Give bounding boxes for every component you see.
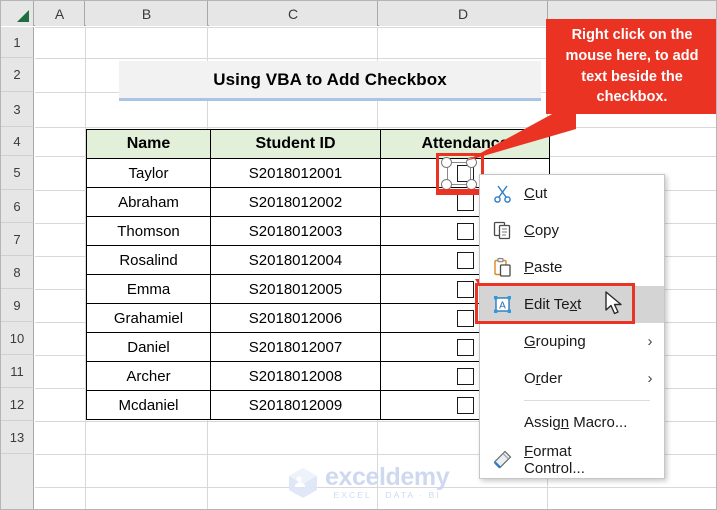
svg-text:A: A: [499, 301, 506, 312]
row-header-3[interactable]: 3: [1, 92, 34, 127]
cell-name: Emma: [86, 274, 211, 304]
row-header-11[interactable]: 11: [1, 355, 34, 388]
column-header-d[interactable]: D: [379, 1, 548, 26]
column-header-b[interactable]: B: [86, 1, 208, 26]
cell-name: Mcdaniel: [86, 390, 211, 420]
menu-item-format-control[interactable]: Format Control...: [480, 441, 664, 478]
cell-name: Rosalind: [86, 245, 211, 275]
attendance-checkbox[interactable]: [456, 338, 474, 356]
menu-item-label: Format Control...: [524, 442, 585, 477]
menu-icon-slot-empty: [480, 360, 524, 397]
attendance-checkbox[interactable]: [456, 222, 474, 240]
menu-item-label: Grouping: [524, 333, 586, 350]
cell-student-id: S2018012005: [210, 274, 381, 304]
column-header-student-id: Student ID: [210, 129, 381, 159]
submenu-chevron-right-icon: ›: [647, 333, 653, 350]
row-header-12[interactable]: 12: [1, 388, 34, 421]
edit-text-icon-slot: A: [480, 286, 524, 323]
menu-item-label: Edit Text: [524, 296, 582, 313]
cell-student-id: S2018012009: [210, 390, 381, 420]
menu-icon-slot-empty: [480, 323, 524, 360]
cell-name: Daniel: [86, 332, 211, 362]
menu-item-assign-macro[interactable]: Assign Macro...: [480, 404, 664, 441]
submenu-chevron-right-icon: ›: [647, 370, 653, 387]
cell-student-id: S2018012003: [210, 216, 381, 246]
row-header-2[interactable]: 2: [1, 58, 34, 92]
callout-text: Right click on the mouse here, to add te…: [565, 27, 699, 106]
column-header-name: Name: [86, 129, 211, 159]
menu-item-grouping[interactable]: Grouping ›: [480, 323, 664, 360]
column-header-a[interactable]: A: [35, 1, 85, 26]
cell-student-id: S2018012008: [210, 361, 381, 391]
cell-student-id: S2018012002: [210, 187, 381, 217]
copy-icon: [493, 221, 510, 240]
menu-item-order[interactable]: Order ›: [480, 360, 664, 397]
attendance-checkbox[interactable]: [456, 193, 474, 211]
scissors-icon-slot: [480, 175, 524, 212]
paste-icon: [493, 257, 511, 277]
banner-title: Using VBA to Add Checkbox: [213, 69, 447, 89]
row-header-6[interactable]: 6: [1, 190, 34, 223]
attendance-checkbox[interactable]: [456, 396, 474, 414]
cell-name: Taylor: [86, 158, 211, 188]
shape-context-menu[interactable]: Cut Copy Paste A Edit Text Grouping › Order › Ass…: [479, 174, 665, 479]
row-header-13[interactable]: 13: [1, 421, 34, 454]
row-header-10[interactable]: 10: [1, 322, 34, 355]
menu-item-label: Assign Macro...: [524, 414, 628, 431]
attendance-checkbox[interactable]: [456, 164, 474, 182]
column-header-c[interactable]: C: [209, 1, 378, 26]
attendance-checkbox[interactable]: [456, 280, 474, 298]
menu-item-label: Copy: [524, 222, 560, 239]
row-header-9[interactable]: 9: [1, 289, 34, 322]
instruction-callout: Right click on the mouse here, to add te…: [546, 19, 716, 114]
select-all-triangle-icon: [17, 10, 29, 22]
cell-name: Archer: [86, 361, 211, 391]
row-header-5[interactable]: 5: [1, 156, 34, 190]
row-header-filler: [1, 454, 34, 509]
attendance-checkbox[interactable]: [456, 309, 474, 327]
menu-item-paste[interactable]: Paste: [480, 249, 664, 286]
grid-row-line: [35, 487, 716, 488]
excel-screenshot: Using VBA to Add Checkbox Name Student I…: [0, 0, 717, 510]
cell-name: Grahamiel: [86, 303, 211, 333]
menu-item-edit-text[interactable]: A Edit Text: [480, 286, 664, 323]
sheet-banner: Using VBA to Add Checkbox: [119, 61, 541, 101]
menu-item-label: Paste: [524, 259, 563, 276]
cell-name: Thomson: [86, 216, 211, 246]
table-header-row: Name Student ID Attendance: [86, 129, 550, 159]
row-header-7[interactable]: 7: [1, 223, 34, 256]
paste-icon-slot: [480, 249, 524, 286]
column-header-attendance: Attendance: [380, 129, 550, 159]
row-header-4[interactable]: 4: [1, 127, 34, 156]
menu-icon-slot-empty: [480, 404, 524, 441]
copy-icon-slot: [480, 212, 524, 249]
grid-row-line: [35, 127, 716, 128]
menu-separator: [524, 400, 650, 401]
menu-item-copy[interactable]: Copy: [480, 212, 664, 249]
scissors-icon: [493, 185, 511, 203]
format-control-icon: [493, 450, 511, 469]
attendance-checkbox[interactable]: [456, 367, 474, 385]
cell-student-id: S2018012007: [210, 332, 381, 362]
edit-text-icon: A: [493, 296, 511, 313]
select-all-button[interactable]: [1, 1, 34, 26]
row-header-8[interactable]: 8: [1, 256, 34, 289]
format-control-icon-slot: [480, 441, 524, 478]
menu-item-cut[interactable]: Cut: [480, 175, 664, 212]
row-header-1[interactable]: 1: [1, 27, 34, 58]
cell-student-id: S2018012001: [210, 158, 381, 188]
cell-student-id: S2018012006: [210, 303, 381, 333]
menu-item-label: Cut: [524, 185, 548, 202]
cell-name: Abraham: [86, 187, 211, 217]
cell-student-id: S2018012004: [210, 245, 381, 275]
menu-item-label: Order: [524, 370, 563, 387]
attendance-checkbox[interactable]: [456, 251, 474, 269]
